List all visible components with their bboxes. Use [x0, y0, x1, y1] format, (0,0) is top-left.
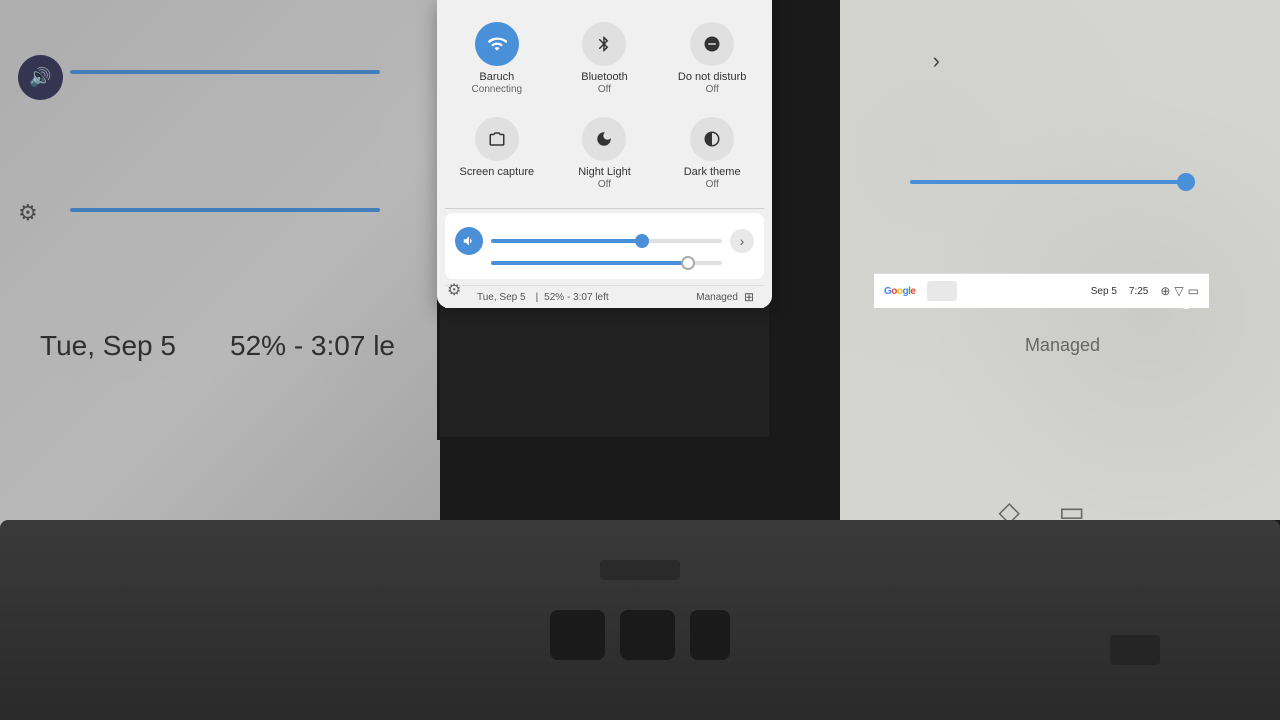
taskbar-icons: ⊕ ▽ ▭: [1160, 284, 1199, 298]
bg-brightness-icon: ⚙: [18, 200, 38, 226]
taskbar-date: Sep 5: [1091, 286, 1117, 297]
taskbar-time: 7:25: [1129, 286, 1148, 297]
wifi-icon-circle: [475, 22, 519, 66]
bg-brightness-slider: [70, 208, 380, 212]
wifi-status: Connecting: [472, 84, 523, 95]
laptop-buttons: [550, 610, 730, 660]
taskbar-wifi-icon: ▽: [1174, 284, 1183, 298]
bluetooth-status: Off: [598, 84, 611, 95]
volume-expand-arrow[interactable]: ›: [730, 229, 754, 253]
darktheme-label: Dark theme: [684, 166, 741, 179]
status-date: Tue, Sep 5: [477, 292, 526, 303]
taskbar-battery-icon: ▭: [1188, 284, 1199, 298]
nightlight-label: Night Light: [578, 166, 631, 179]
laptop-speaker: [1110, 635, 1160, 665]
dnd-icon-circle: [690, 22, 734, 66]
laptop-body: [0, 520, 1280, 720]
quick-settings-panel: Baruch Connecting Bluetooth Off: [437, 0, 772, 308]
darktheme-icon-circle: [690, 117, 734, 161]
bg-right-slider1: [910, 180, 1190, 184]
status-managed: Managed: [696, 292, 738, 303]
nightlight-icon-circle: [582, 117, 626, 161]
nightlight-toggle[interactable]: Night Light Off: [553, 107, 657, 198]
darktheme-status: Off: [706, 179, 719, 190]
separator-1: [445, 208, 764, 209]
volume-fill: [491, 239, 641, 243]
volume-thumb: [635, 234, 649, 248]
dnd-toggle[interactable]: Do not disturb Off: [660, 12, 764, 103]
bg-volume-icon: 🔊: [18, 55, 63, 100]
laptop-button-center: [620, 610, 675, 660]
screencapture-label-group: Screen capture: [460, 166, 535, 179]
laptop-hinge: [600, 560, 680, 580]
wifi-label: Baruch: [479, 71, 514, 84]
nightlight-status: Off: [598, 179, 611, 190]
bluetooth-label-group: Bluetooth Off: [581, 71, 627, 95]
nightlight-label-group: Night Light Off: [578, 166, 631, 190]
bluetooth-toggle[interactable]: Bluetooth Off: [553, 12, 657, 103]
volume-icon: [455, 227, 483, 255]
bg-battery-text: 52% - 3:07 le: [230, 330, 395, 362]
status-separator: |: [536, 292, 539, 303]
volume-slider-row: ›: [455, 227, 754, 255]
wifi-label-group: Baruch Connecting: [472, 71, 523, 95]
bg-right-arrow: ›: [933, 48, 940, 74]
laptop-button-left: [550, 610, 605, 660]
screencapture-toggle[interactable]: Screen capture: [445, 107, 549, 198]
status-bar: ⚙ Tue, Sep 5 | 52% - 3:07 left Managed ⊞: [445, 285, 764, 308]
wifi-toggle[interactable]: Baruch Connecting: [445, 12, 549, 103]
toggles-grid: Baruch Connecting Bluetooth Off: [445, 12, 764, 198]
bg-managed-text: Managed: [1025, 335, 1100, 356]
settings-gear-icon[interactable]: ⚙: [447, 280, 461, 300]
background-right: › Managed ◇ ▭: [840, 0, 1280, 520]
bluetooth-label: Bluetooth: [581, 71, 627, 84]
darktheme-label-group: Dark theme Off: [684, 166, 741, 190]
google-logo: Google: [884, 286, 915, 297]
status-battery: 52% - 3:07 left: [544, 292, 608, 303]
bg-volume-slider: [70, 70, 380, 74]
laptop-button-lock: [690, 610, 730, 660]
bg-date-text: Tue, Sep 5: [40, 330, 176, 362]
screencapture-label: Screen capture: [460, 166, 535, 179]
brightness-thumb: [681, 256, 695, 270]
taskbar: Google Sep 5 7:25 ⊕ ▽ ▭: [874, 273, 1209, 308]
brightness-track[interactable]: [491, 261, 722, 265]
dnd-status: Off: [706, 84, 719, 95]
taskbar-alarm-icon: ⊕: [1160, 284, 1170, 298]
managed-icon: ⊞: [744, 290, 754, 304]
dnd-label-group: Do not disturb Off: [678, 71, 746, 95]
taskbar-thumbnail: [927, 281, 957, 301]
volume-track[interactable]: [491, 239, 722, 243]
bluetooth-icon-circle: [582, 22, 626, 66]
screencapture-icon-circle: [475, 117, 519, 161]
brightness-slider-row: [455, 261, 754, 265]
sliders-section: ›: [445, 213, 764, 279]
dnd-label: Do not disturb: [678, 71, 746, 84]
brightness-fill: [491, 261, 687, 265]
darktheme-toggle[interactable]: Dark theme Off: [660, 107, 764, 198]
bg-right-dot1: [1177, 173, 1195, 191]
